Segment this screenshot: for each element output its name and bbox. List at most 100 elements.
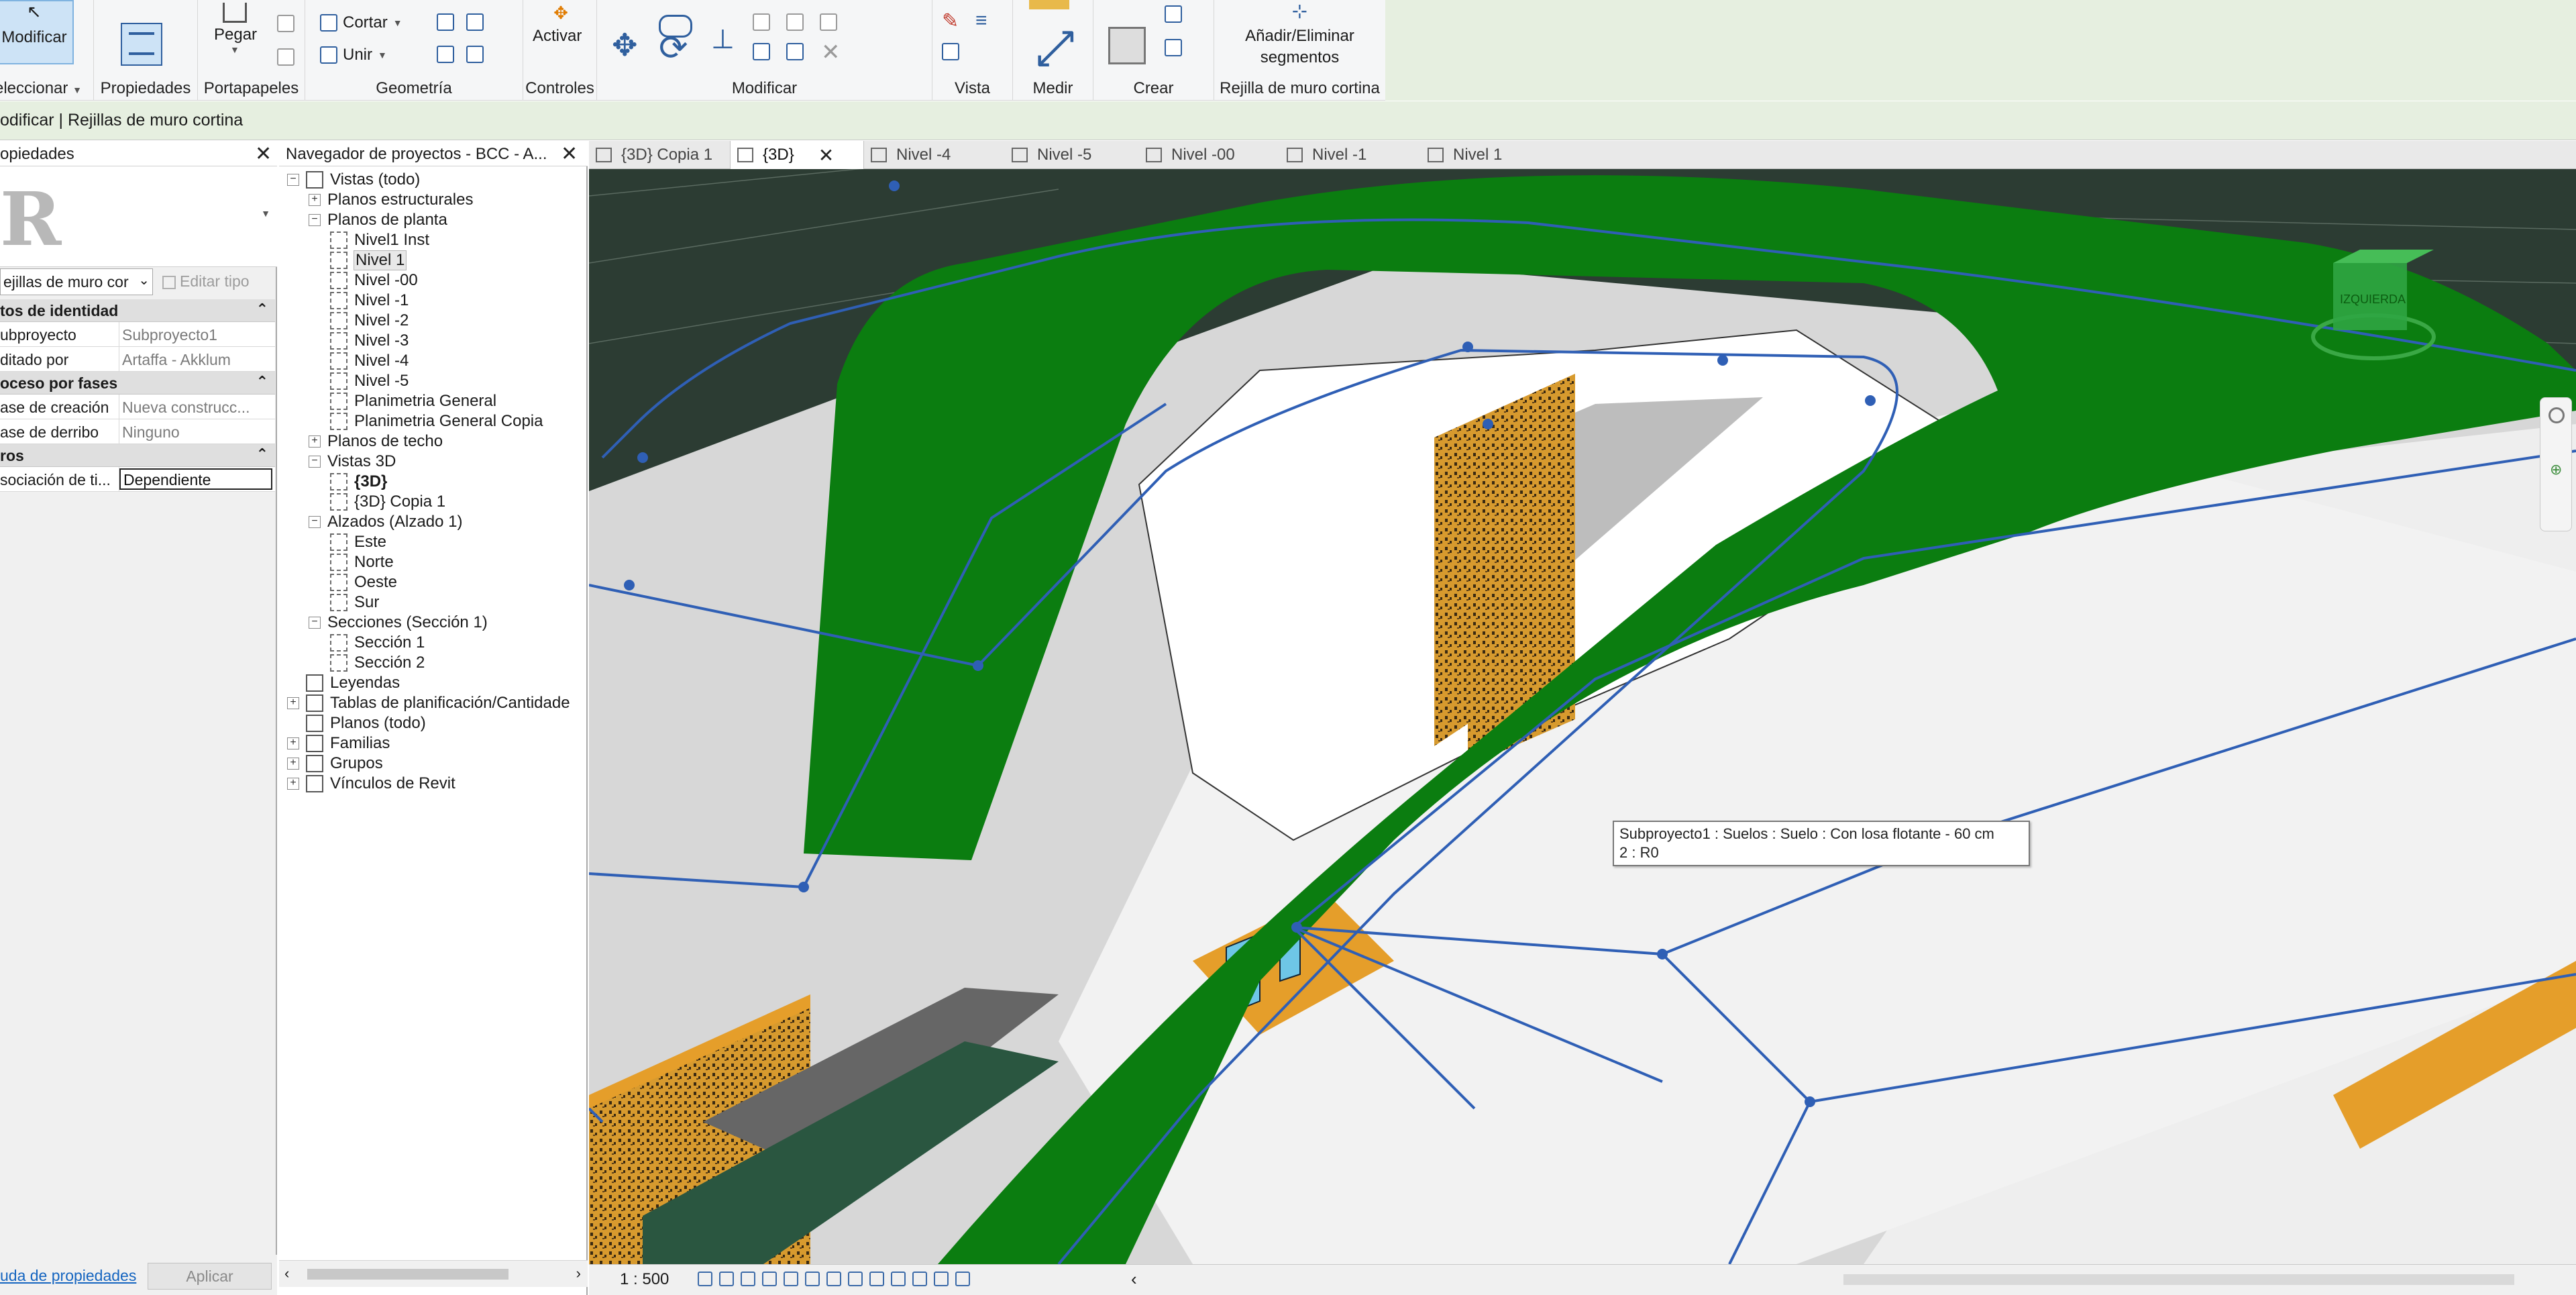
split-icon[interactable] [753,43,770,60]
property-key: ditado por [0,347,119,371]
model-drawing[interactable]: IZQUIERDA [589,169,2576,1264]
tab-view[interactable]: {3D} Copia 1 [589,141,723,169]
paint-icon[interactable] [466,46,484,63]
demolish-icon[interactable] [437,46,454,63]
collapse-icon[interactable]: − [309,617,321,629]
move-icon[interactable]: ✥ [612,27,638,63]
visual-style-icon[interactable] [719,1272,734,1286]
reveal-hidden-icon[interactable] [891,1272,906,1286]
controls-group-label: Controles [525,79,594,97]
match-properties-icon[interactable] [277,48,294,66]
expand-icon[interactable]: + [309,194,321,206]
unlock-3d-icon[interactable] [848,1272,863,1286]
rotate-icon[interactable]: ⟳ [659,28,688,68]
property-value[interactable]: Subproyecto1 [119,322,275,346]
view-icon [330,554,347,571]
render-icon[interactable] [784,1272,798,1286]
category-phasing[interactable]: oceso por fases ⌃ [0,372,275,395]
viewport-scroll-thumb[interactable] [1843,1274,2514,1285]
tab-view[interactable]: Nivel -00 [1139,141,1273,169]
category-identity[interactable]: tos de identidad ⌃ [0,299,275,322]
chevron-down-icon[interactable]: ▼ [261,208,270,219]
browser-item[interactable]: + Vínculos de Revit [287,772,455,796]
ribbon-group-geometry: Cortar ▼ Unir ▼ Geometría [305,0,523,101]
modify-button[interactable]: ↖ Modificar [0,0,74,64]
apply-button[interactable]: Aplicar [148,1263,272,1290]
browser-item-label: {3D} [354,472,388,490]
detail-level-icon[interactable] [698,1272,712,1286]
tooltip-line-2: 2 : R0 [1619,844,1659,861]
ruler-icon[interactable] [1029,0,1069,9]
wall-join-icon[interactable] [437,13,454,31]
hide-element-icon[interactable] [942,43,959,60]
category-other[interactable]: ros ⌃ [0,444,275,467]
property-value[interactable]: Artaffa - Akklum [119,347,275,371]
measure-icon[interactable]: ⟷ [1022,15,1088,81]
trim-icon[interactable]: ⊥ [711,24,735,55]
steering-wheel-icon[interactable] [2548,407,2565,423]
split-face-icon[interactable] [466,13,484,31]
property-row: ubproyecto Subproyecto1 [0,322,275,347]
shadows-icon[interactable] [762,1272,777,1286]
cut-button[interactable]: Cortar ▼ [320,13,402,32]
type-selector[interactable]: ejillas de muro cor ⌄ [0,268,153,295]
3d-viewport[interactable]: IZQUIERDA ⊕ Subproyecto1 : Suelos : Suel… [589,169,2576,1264]
collapse-icon[interactable]: − [309,456,321,468]
temporary-hide-icon[interactable] [869,1272,884,1286]
collapse-icon[interactable]: − [309,214,321,226]
properties-button[interactable] [121,23,162,66]
chevron-down-icon: ▼ [392,17,402,28]
create-parts-icon[interactable] [1108,27,1146,64]
view-scale[interactable]: 1 : 500 [620,1270,669,1289]
browser-hscrollbar[interactable]: ‹ › [279,1260,588,1287]
properties-help-link[interactable]: uda de propiedades [0,1267,136,1285]
array-icon[interactable] [786,13,804,31]
collapse-icon[interactable]: − [309,516,321,528]
property-value[interactable]: Ninguno [119,419,275,444]
activate-button[interactable]: ✥ Activar [533,0,589,60]
property-value[interactable]: Nueva construcc... [119,395,275,419]
highlight-displacement-icon[interactable] [934,1272,949,1286]
delete-icon[interactable]: ✕ [821,39,841,66]
expand-icon[interactable]: + [287,697,299,709]
analytical-model-icon[interactable] [912,1272,927,1286]
expand-icon[interactable]: + [309,435,321,448]
tab-view[interactable]: Nivel -4 [864,141,998,169]
show-crop-icon[interactable] [826,1272,841,1286]
view-icon [330,352,347,370]
scale-icon[interactable] [786,43,804,60]
scroll-left-icon[interactable]: ‹ [284,1265,289,1282]
close-icon[interactable]: ✕ [255,142,272,166]
sun-path-icon[interactable] [741,1272,755,1286]
create-group-icon[interactable] [1165,5,1182,23]
expand-icon[interactable]: + [287,737,299,749]
expand-icon[interactable]: + [287,778,299,790]
tab-view[interactable]: {3D} ✕ [730,141,864,169]
close-icon[interactable]: ✕ [561,142,578,166]
tab-view[interactable]: Nivel 1 [1421,141,1555,169]
add-remove-segments-button[interactable]: ⊹ Añadir/Eliminar segmentos [1214,0,1385,74]
browser-item-label: Vínculos de Revit [330,774,455,792]
crop-view-icon[interactable] [805,1272,820,1286]
paste-button[interactable]: Pegar ▼ [211,0,258,60]
copy-icon[interactable] [277,15,294,32]
edit-type-button[interactable]: Editar tipo [158,270,272,294]
select-dropdown[interactable]: eleccionar ▼ [0,79,93,98]
zoom-icon[interactable]: ⊕ [2550,461,2562,478]
join-button[interactable]: Unir ▼ [320,46,387,64]
paint-brush-icon[interactable]: ✎ [942,9,959,33]
property-value-input[interactable]: Dependiente [119,468,272,490]
close-icon[interactable]: ✕ [818,144,834,166]
scroll-thumb[interactable] [307,1269,508,1280]
create-assembly-icon[interactable] [1165,39,1182,56]
pin-icon[interactable] [820,13,837,31]
collapse-icon[interactable]: − [287,174,299,186]
constraints-icon[interactable] [955,1272,970,1286]
scroll-left-icon[interactable]: ‹ [1131,1269,1137,1290]
linework-icon[interactable]: ≡ [975,9,987,32]
expand-icon[interactable]: + [287,758,299,770]
scroll-right-icon[interactable]: › [576,1265,581,1282]
tab-view[interactable]: Nivel -5 [1005,141,1139,169]
align-icon[interactable] [753,13,770,31]
tab-view[interactable]: Nivel -1 [1280,141,1414,169]
